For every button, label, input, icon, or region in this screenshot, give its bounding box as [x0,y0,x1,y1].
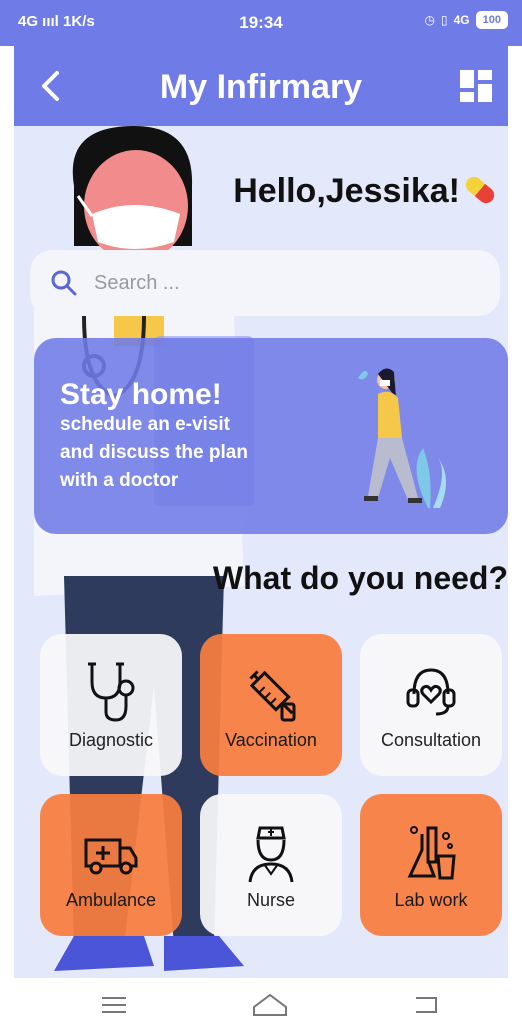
home-icon [253,993,287,1016]
banner-title: Stay home! [60,378,222,411]
menu-button[interactable] [94,990,134,1020]
headset-heart-icon [406,668,456,716]
tile-label: Ambulance [65,890,157,910]
page-title: My Infirmary [159,68,363,106]
tile-label: Nurse [246,890,295,910]
service-diagnostic[interactable]: Diagnostic [40,634,182,776]
system-nav-bar [0,978,522,1032]
return-icon [416,997,437,1013]
tile-label: Vaccination [225,730,317,750]
battery-icon: 100 [475,11,508,29]
main-content: Hello,Jessika! Stay home! schedule an e-… [14,126,508,978]
service-ambulance[interactable]: Ambulance [40,794,182,936]
menu-icon [102,997,126,1013]
home-button[interactable] [250,990,290,1020]
service-consultation[interactable]: Consultation [360,634,502,776]
app-bar: My Infirmary [14,46,508,126]
back-nav-button[interactable] [406,990,446,1020]
status-right: ◷ ▯ 4G 100 [425,11,508,29]
banner-line-3: with a doctor [60,470,179,491]
syringe-icon [249,670,296,722]
banner-line-2: and discuss the plan [60,442,248,463]
search-bar[interactable] [30,250,500,316]
dashboard-icon [460,70,492,102]
lab-flask-icon [407,826,456,880]
nurse-icon [248,826,294,883]
vibrate-icon: ▯ [441,13,448,27]
status-bar: 4G ıııl 1K/s 19:34 ◷ ▯ 4G 100 [0,0,522,46]
service-nurse[interactable]: Nurse [200,794,342,936]
walking-woman-illustration [358,368,447,508]
dashboard-button[interactable] [458,68,494,104]
search-icon [51,270,77,296]
network-type: 4G [453,13,470,27]
service-lab-work[interactable]: Lab work [360,794,502,936]
tile-label: Lab work [394,890,468,910]
stethoscope-icon [88,662,135,722]
alarm-icon: ◷ [424,13,436,27]
section-title: What do you need? [212,560,508,596]
search-input[interactable] [94,271,454,295]
tile-label: Consultation [380,730,482,750]
tile-label: Diagnostic [68,730,154,750]
pill-icon [465,176,495,204]
greeting-text: Hello,Jessika! [233,172,460,210]
promo-banner[interactable]: Stay home! schedule an e-visit and discu… [34,338,508,534]
service-vaccination[interactable]: Vaccination [200,634,342,776]
banner-line-1: schedule an e-visit [60,414,231,435]
ambulance-icon [84,838,138,875]
